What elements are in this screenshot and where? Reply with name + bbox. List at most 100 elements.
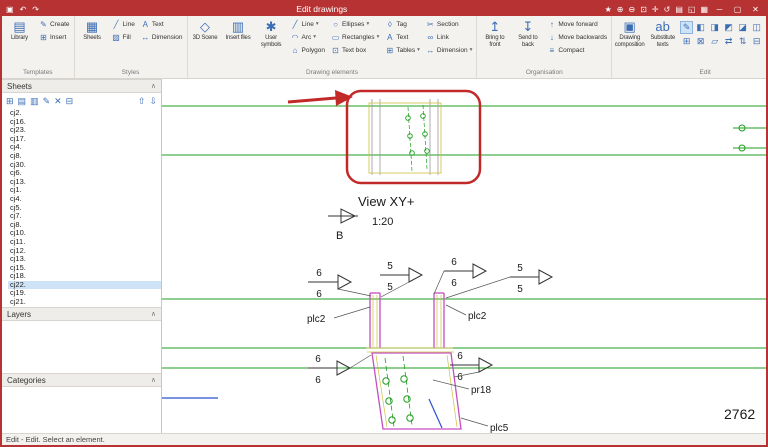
open-sheet-icon[interactable]: ▤ <box>18 96 27 107</box>
rectangles-button[interactable]: ▭ Rectangles ▾ <box>329 31 381 43</box>
zoom-out-icon[interactable]: ⊖ <box>629 5 636 14</box>
layers-panel-header[interactable]: Layers ∧ <box>2 307 161 321</box>
maximize-button[interactable]: ▢ <box>731 5 744 14</box>
sheet-list-item[interactable]: cj1. <box>8 186 161 195</box>
sheet-list-item[interactable]: cj6. <box>8 169 161 178</box>
text-button[interactable]: A Text <box>383 31 422 43</box>
red-highlight-annotation <box>287 89 482 185</box>
tag-button[interactable]: ◊ Tag <box>383 18 422 30</box>
favorite-icon[interactable]: ★ <box>605 5 612 14</box>
sheet-list-item[interactable]: cj7. <box>8 212 161 221</box>
dimension-style-button[interactable]: ↔ Dimension <box>139 31 185 43</box>
sheet-list-item[interactable]: cj15. <box>8 263 161 273</box>
sheet-list-item-selected[interactable]: cj22. <box>8 280 161 290</box>
link-button[interactable]: ∞ Link <box>424 31 474 43</box>
edit-tool-12[interactable]: ⊟ <box>750 35 763 48</box>
edit-tool-9[interactable]: ▱ <box>708 35 721 48</box>
move-sheet-down-icon[interactable]: ⇩ <box>149 96 157 107</box>
sheet-list-item[interactable]: cj5. <box>8 203 161 213</box>
edit-sheet-icon[interactable]: ✎ <box>43 96 51 107</box>
sheet-list-item[interactable]: cj21. <box>8 297 161 307</box>
move-backwards-button[interactable]: ↓ Move backwards <box>545 31 609 43</box>
compact-button[interactable]: ≡ Compact <box>545 44 609 56</box>
sheet-list-item[interactable]: cj23. <box>8 126 161 135</box>
collapse-chevron-icon[interactable]: ∧ <box>151 376 156 384</box>
edit-tool-11[interactable]: ⇅ <box>736 35 749 48</box>
3d-scene-button[interactable]: ◇ 3D Scene <box>190 18 221 43</box>
pan-icon[interactable]: ✛ <box>652 5 659 14</box>
drawing-area[interactable]: View XY+ 1:20 B 6 6 5 5 6 6 5 5 6 6 6 6 … <box>162 79 766 433</box>
edit-tool-7[interactable]: ⊞ <box>680 35 693 48</box>
create-button[interactable]: ✎ Create <box>37 18 72 30</box>
text-box-button[interactable]: ⊡ Text box <box>329 44 381 56</box>
edit-tool-10[interactable]: ⇄ <box>722 35 735 48</box>
new-sheet-icon[interactable]: ⊞ <box>6 96 14 107</box>
polygon-button[interactable]: ⌂ Polygon <box>289 44 328 56</box>
tables-button[interactable]: ⊞ Tables ▾ <box>383 44 422 56</box>
sheet-list-item[interactable]: cj17. <box>8 134 161 144</box>
sheet-list-item[interactable]: cj10. <box>8 229 161 238</box>
insert-files-button[interactable]: ▥ Insert files <box>223 18 254 43</box>
dropdown-icon: ▾ <box>417 47 420 53</box>
move-sheet-up-icon[interactable]: ⇧ <box>138 96 146 107</box>
edit-tool-3[interactable]: ◨ <box>708 21 721 34</box>
collapse-chevron-icon[interactable]: ∧ <box>151 82 156 90</box>
collapse-chevron-icon[interactable]: ∧ <box>151 310 156 318</box>
sheet-list-item[interactable]: cj13. <box>8 177 161 187</box>
undo-icon[interactable]: ↶ <box>20 5 27 14</box>
ellipses-button[interactable]: ○ Ellipses ▾ <box>329 18 381 30</box>
library-button[interactable]: ▤ Library <box>4 18 35 43</box>
bring-to-front-button[interactable]: ↥ Bring to front <box>479 18 510 50</box>
sheet-list-item[interactable]: cj4. <box>8 194 161 204</box>
layout-icon[interactable]: ▤ <box>675 5 683 14</box>
show-hide-incidents-button[interactable]: ◉ Show/Hide incidents <box>765 18 766 50</box>
edit-tool-8[interactable]: ⊠ <box>694 35 707 48</box>
refresh-icon[interactable]: ↺ <box>664 5 671 14</box>
text-label: Text <box>396 33 409 41</box>
edit-pencil-tool[interactable]: ✎ <box>680 21 694 34</box>
fill-style-button[interactable]: ▨ Fill <box>110 31 137 43</box>
sheet-list-item[interactable]: cj8. <box>8 151 161 161</box>
text-style-button[interactable]: A Text <box>139 18 185 30</box>
sheet-list-item[interactable]: cj19. <box>8 289 161 298</box>
zoom-in-icon[interactable]: ⊕ <box>617 5 624 14</box>
dimension-button[interactable]: ↔ Dimension ▾ <box>424 44 474 56</box>
sheet-list-item[interactable]: cj8. <box>8 220 161 230</box>
zoom-window-icon[interactable]: ⊡ <box>640 5 647 14</box>
edit-tool-4[interactable]: ◩ <box>722 21 735 34</box>
categories-panel-header[interactable]: Categories ∧ <box>2 373 161 387</box>
sheet-list-item[interactable]: cj13. <box>8 254 161 264</box>
drawing-composition-button[interactable]: ▣ Drawing composition <box>614 18 645 50</box>
edit-tool-6[interactable]: ◫ <box>750 21 763 34</box>
section-button[interactable]: ✂ Section <box>424 18 474 30</box>
insert-button[interactable]: ⊞ Insert <box>37 31 72 43</box>
copy-sheet-icon[interactable]: ▥ <box>30 96 39 107</box>
line-button[interactable]: ╱ Line ▾ <box>289 18 328 30</box>
user-symbols-button[interactable]: ✱ User symbols <box>256 18 287 50</box>
sheet-list-item[interactable]: cj16. <box>8 117 161 127</box>
sheets-panel-header[interactable]: Sheets ∧ <box>2 79 161 93</box>
send-to-back-button[interactable]: ↧ Send to back <box>512 18 543 50</box>
panels-icon[interactable]: ◱ <box>688 5 696 14</box>
edit-tool-5[interactable]: ◪ <box>736 21 749 34</box>
close-button[interactable]: ✕ <box>749 5 762 14</box>
substitute-texts-button[interactable]: ab Substitute texts <box>647 18 678 50</box>
sheet-list-item[interactable]: cj11. <box>8 237 161 247</box>
tables-label: Tables <box>396 46 416 54</box>
save-icon[interactable]: ▣ <box>6 5 14 14</box>
sheet-list-item[interactable]: cj4. <box>8 143 161 152</box>
sheet-list-item[interactable]: cj2. <box>8 109 161 118</box>
sheet-list-item[interactable]: cj30. <box>8 160 161 170</box>
print-sheet-icon[interactable]: ⊟ <box>66 96 74 107</box>
sheet-list-item[interactable]: cj18. <box>8 272 161 281</box>
delete-sheet-icon[interactable]: ✕ <box>54 96 62 107</box>
sheets-style-button[interactable]: ▦ Sheets <box>77 18 108 43</box>
sheet-list-item[interactable]: cj12. <box>8 246 161 256</box>
edit-tool-2[interactable]: ◧ <box>694 21 707 34</box>
move-forward-button[interactable]: ↑ Move forward <box>545 18 609 30</box>
redo-icon[interactable]: ↷ <box>32 5 39 14</box>
grid-icon[interactable]: ▦ <box>700 5 708 14</box>
line-style-button[interactable]: ╱ Line <box>110 18 137 30</box>
arc-button[interactable]: ◠ Arc ▾ <box>289 31 328 43</box>
minimize-button[interactable]: ─ <box>713 5 726 14</box>
